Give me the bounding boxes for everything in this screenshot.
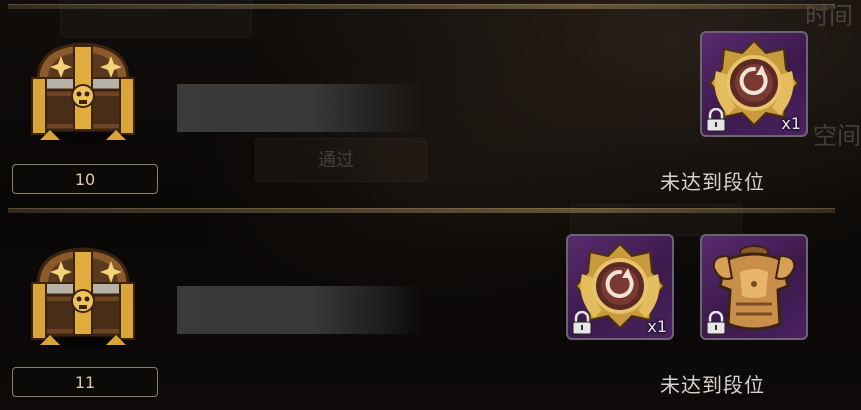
progress-bar: [177, 286, 422, 334]
treasure-chest-icon: [31, 42, 135, 144]
reward-row: 11 x1 未达到段位: [0, 205, 861, 405]
rank-status-text: 未达到段位: [660, 373, 765, 397]
rank-status-text: 未达到段位: [660, 170, 765, 194]
progress-bar: [177, 84, 422, 132]
lock-icon: [572, 311, 592, 335]
lock-icon: [706, 311, 726, 335]
lock-icon: [706, 108, 726, 132]
item-quantity: x1: [781, 114, 801, 133]
item-quantity: x1: [647, 317, 667, 336]
reward-item-slot[interactable]: [700, 234, 808, 340]
level-badge: 10: [12, 164, 158, 194]
treasure-chest-icon: [31, 247, 135, 349]
reward-item-slot[interactable]: x1: [700, 31, 808, 137]
reward-item-slot[interactable]: x1: [566, 234, 674, 340]
level-badge: 11: [12, 367, 158, 397]
reward-row: 10 x1 未达到段位: [0, 0, 861, 200]
